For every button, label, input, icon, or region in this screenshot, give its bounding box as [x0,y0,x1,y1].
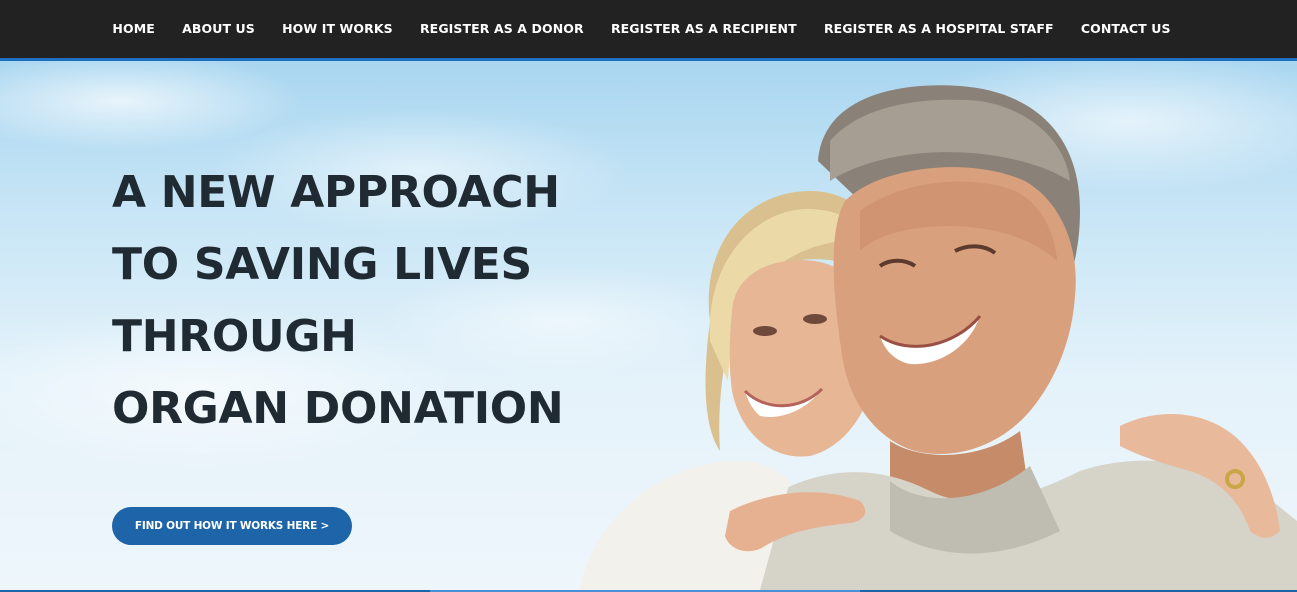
nav-item-contact-us[interactable]: CONTACT US [1067,0,1184,58]
nav-item-register-donor[interactable]: REGISTER AS A DONOR [406,0,597,58]
hero-title: A NEW APPROACH TO SAVING LIVES THROUGH O… [112,157,632,445]
hero-title-line-1: A NEW APPROACH [112,167,560,218]
hero-section: A NEW APPROACH TO SAVING LIVES THROUGH O… [0,61,1297,590]
nav-menu: HOME ABOUT US HOW IT WORKS REGISTER AS A… [99,0,1184,58]
hero-title-line-4: ORGAN DONATION [112,383,564,434]
smiling-couple-photo [580,85,1297,590]
hero-title-line-2: TO SAVING LIVES [112,239,532,290]
nav-item-how-it-works[interactable]: HOW IT WORKS [268,0,406,58]
nav-item-register-recipient[interactable]: REGISTER AS A RECIPIENT [597,0,810,58]
main-navbar: HOME ABOUT US HOW IT WORKS REGISTER AS A… [0,0,1297,58]
hero-title-line-3: THROUGH [112,311,357,362]
nav-item-home[interactable]: HOME [99,0,169,58]
nav-item-register-hospital-staff[interactable]: REGISTER AS A HOSPITAL STAFF [810,0,1067,58]
nav-item-about-us[interactable]: ABOUT US [168,0,268,58]
find-out-how-it-works-button[interactable]: FIND OUT HOW IT WORKS HERE > [112,507,352,545]
